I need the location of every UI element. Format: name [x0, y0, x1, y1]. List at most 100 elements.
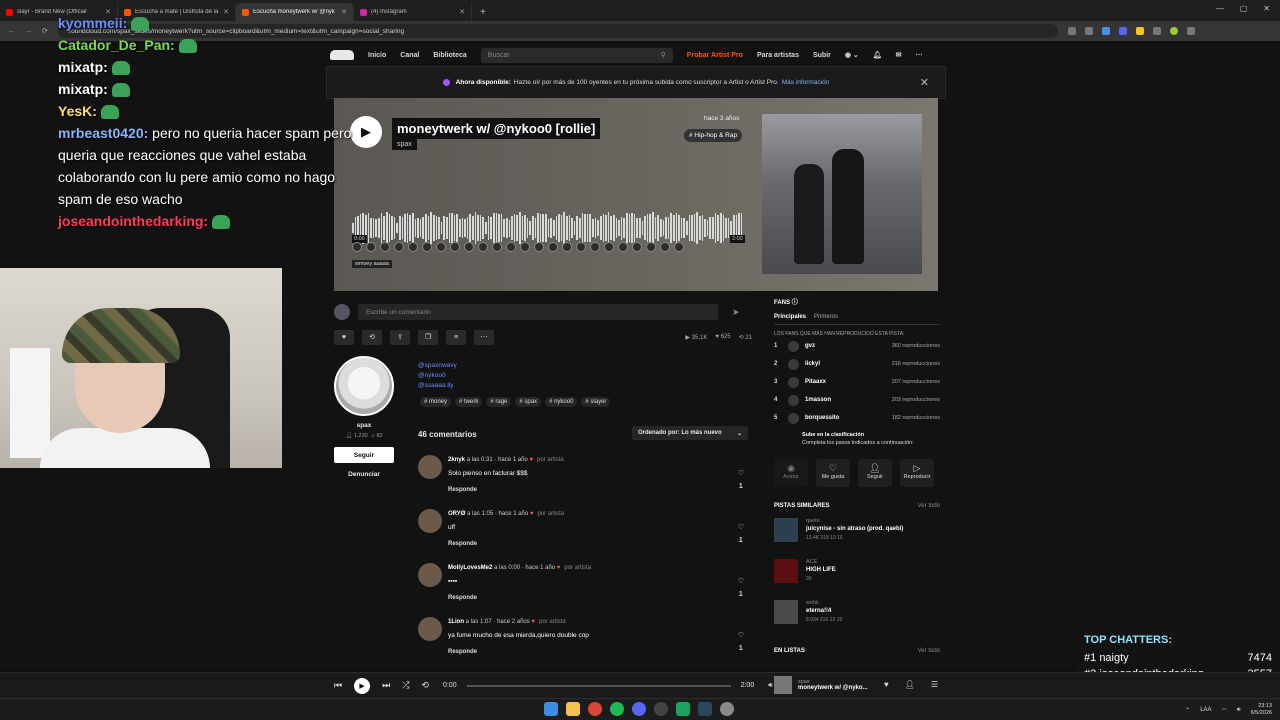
comment-like[interactable]: ♡ 1: [738, 631, 744, 652]
nav-library[interactable]: Biblioteca: [433, 52, 466, 59]
comment-user[interactable]: 1Lion: [448, 619, 464, 625]
similar-thumb[interactable]: [774, 559, 798, 583]
waveform-comment-avatar[interactable]: [422, 242, 432, 252]
similar-thumb[interactable]: [774, 518, 798, 542]
waveform[interactable]: [352, 210, 743, 246]
waveform-comment-avatar[interactable]: [380, 242, 390, 252]
fan-name[interactable]: Pitaaxx: [805, 379, 892, 385]
puzzle-icon[interactable]: [1152, 27, 1161, 35]
app-icon[interactable]: [720, 702, 734, 716]
waveform-comment-avatar[interactable]: [618, 242, 628, 252]
discord-icon[interactable]: [632, 702, 646, 716]
comment-like[interactable]: ♡ 1: [738, 523, 744, 544]
next-icon[interactable]: ⏭: [382, 680, 390, 691]
forward-icon[interactable]: →: [25, 28, 32, 35]
comment-timestamp[interactable]: 1:05: [481, 511, 493, 517]
star-icon[interactable]: [1084, 27, 1093, 35]
steam-icon[interactable]: [698, 702, 712, 716]
now-playing-thumb[interactable]: [774, 676, 792, 694]
reply-button[interactable]: Responde: [448, 649, 477, 655]
avatar[interactable]: [1169, 27, 1178, 35]
waveform-comment-avatar[interactable]: [492, 242, 502, 252]
reply-button[interactable]: Responde: [448, 541, 477, 547]
language-indicator[interactable]: LAA: [1200, 707, 1211, 713]
similar-user[interactable]: qaebi: [806, 518, 903, 524]
uploader-avatar[interactable]: [334, 356, 394, 416]
now-playing-title[interactable]: moneytwerk w/ @nyko...: [798, 685, 868, 691]
folder-icon[interactable]: [566, 702, 580, 716]
repeat-icon[interactable]: ⟲: [421, 680, 429, 691]
volume-icon[interactable]: 🔊︎: [768, 682, 772, 690]
comment-timestamp[interactable]: 0:00: [508, 565, 520, 571]
fan-row[interactable]: 4 1masson 203 reproducciones: [774, 391, 940, 409]
comment-user[interactable]: ORYØ: [448, 511, 465, 517]
waveform-comment-avatar[interactable]: [660, 242, 670, 252]
close-icon[interactable]: ✕: [920, 76, 929, 89]
clock[interactable]: 23:13 6/5/2026: [1251, 703, 1272, 717]
tab-top-fans[interactable]: Principales: [774, 314, 806, 320]
waveform-comment-avatar[interactable]: [604, 242, 614, 252]
description-line[interactable]: @nykoo0: [418, 371, 457, 381]
share-button[interactable]: ⇪: [390, 329, 410, 345]
tag[interactable]: # nykoo0: [545, 397, 578, 407]
nav-home[interactable]: Inicio: [368, 52, 386, 59]
waveform-comment-avatar[interactable]: [632, 242, 642, 252]
extension-icon[interactable]: [1135, 27, 1144, 35]
extension-icon[interactable]: [1101, 27, 1110, 35]
messages-icon[interactable]: ✉: [896, 51, 902, 59]
waveform-comment-avatar[interactable]: [562, 242, 572, 252]
tag[interactable]: # slayer: [581, 397, 611, 407]
try-pro-link[interactable]: Probar Artist Pro: [687, 52, 743, 59]
sort-dropdown[interactable]: Ordenado por: Lo más nuevo ⌄: [632, 426, 748, 440]
play-button[interactable]: ▶: [354, 677, 371, 694]
waveform-comment-avatar[interactable]: [478, 242, 488, 252]
tag[interactable]: # money: [420, 397, 452, 407]
like-button[interactable]: ♥: [334, 329, 354, 345]
app-icon[interactable]: [676, 702, 690, 716]
similar-title[interactable]: HIGH LIFE: [806, 567, 836, 573]
banner-link[interactable]: Más información: [782, 79, 830, 86]
step-like-button[interactable]: ♡ Me gusta: [816, 459, 850, 487]
upload-link[interactable]: Subir: [813, 52, 831, 59]
waveform-comment-avatar[interactable]: [506, 242, 516, 252]
description-line[interactable]: @spaxnwavy: [418, 361, 457, 371]
tab-3[interactable]: (4) Instagram ✕: [354, 3, 472, 21]
comment-avatar[interactable]: [418, 617, 442, 641]
waveform-comment-avatar[interactable]: [394, 242, 404, 252]
heart-icon[interactable]: ♡: [738, 524, 744, 531]
extension-icon[interactable]: [1118, 27, 1127, 35]
waveform-comment-avatar[interactable]: [408, 242, 418, 252]
nav-feed[interactable]: Canal: [400, 52, 419, 59]
fan-name[interactable]: gvz: [805, 343, 892, 349]
similar-title[interactable]: juicynise - sin atraso (prod. qaebi): [806, 526, 903, 532]
waveform-comment-avatar[interactable]: [576, 242, 586, 252]
heart-icon[interactable]: ♡: [738, 470, 744, 477]
tag[interactable]: # spax: [515, 397, 542, 407]
comment-user[interactable]: 2knyk: [448, 457, 465, 463]
for-artists-link[interactable]: Para artistas: [757, 52, 799, 59]
copy-link-button[interactable]: ❐: [418, 329, 438, 345]
fan-row[interactable]: 2 lickyl 216 reproducciones: [774, 355, 940, 373]
obs-icon[interactable]: [654, 702, 668, 716]
spotify-icon[interactable]: [610, 702, 624, 716]
search-icon[interactable]: ⚲: [661, 51, 666, 59]
similar-track[interactable]: wohk eterna!!4 8.934 216 13 19: [774, 600, 940, 632]
tag[interactable]: # rage: [486, 397, 512, 407]
waveform-comment-avatar[interactable]: [366, 242, 376, 252]
similar-user[interactable]: ACE: [806, 559, 836, 565]
similar-title[interactable]: eterna!!4: [806, 608, 842, 614]
user-avatar-icon[interactable]: ◉ ⌄: [845, 51, 859, 59]
waveform-comment-avatar[interactable]: [674, 242, 684, 252]
waveform-comment-avatar[interactable]: [646, 242, 656, 252]
waveform-comment-avatar[interactable]: [534, 242, 544, 252]
fan-name[interactable]: borquessito: [805, 415, 892, 421]
follow-user-icon[interactable]: 👤︎: [905, 680, 915, 689]
shuffle-icon[interactable]: ⤮: [402, 680, 409, 691]
add-to-playlist-button[interactable]: ≡: [446, 329, 466, 345]
info-icon[interactable]: ⓘ: [792, 300, 798, 306]
comment-avatar[interactable]: [418, 563, 442, 587]
more-icon[interactable]: ⋯: [916, 51, 923, 59]
fan-row[interactable]: 5 borquessito 182 reproducciones: [774, 409, 940, 427]
windows-start-icon[interactable]: [544, 702, 558, 716]
close-window-icon[interactable]: ✕: [1263, 4, 1270, 13]
